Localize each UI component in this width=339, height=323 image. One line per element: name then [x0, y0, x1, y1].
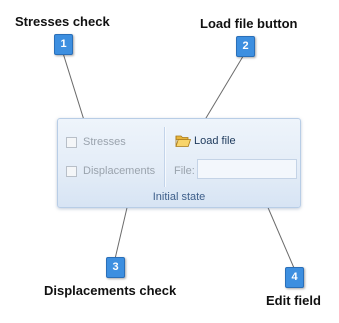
callout-title-load-file-button: Load file button	[200, 16, 298, 31]
stresses-checkbox[interactable]	[66, 136, 77, 148]
initial-state-ribbon-group: Stresses Displacements Load file File: I…	[57, 118, 301, 208]
stresses-label: Stresses	[83, 136, 126, 148]
load-file-button[interactable]: Load file	[172, 132, 239, 150]
displacements-checkbox-row[interactable]: Displacements	[66, 165, 155, 177]
file-path-field[interactable]	[197, 159, 297, 179]
file-field-label: File:	[174, 165, 195, 177]
callout-badge-3: 3	[106, 257, 125, 278]
callout-badge-1: 1	[54, 34, 73, 55]
callout-title-displacements-check: Displacements check	[44, 283, 177, 298]
open-folder-icon	[175, 135, 191, 147]
displacements-checkbox[interactable]	[66, 165, 77, 177]
load-file-label: Load file	[194, 135, 236, 147]
callout-title-edit-field: Edit field	[266, 293, 321, 308]
group-label-initial-state: Initial state	[152, 191, 206, 203]
stresses-checkbox-row[interactable]: Stresses	[66, 136, 126, 148]
group-separator	[164, 127, 165, 187]
callout-badge-2: 2	[236, 36, 255, 57]
callout-title-stresses-check: Stresses check	[15, 14, 110, 29]
displacements-label: Displacements	[83, 165, 156, 177]
callout-badge-4: 4	[285, 267, 304, 288]
